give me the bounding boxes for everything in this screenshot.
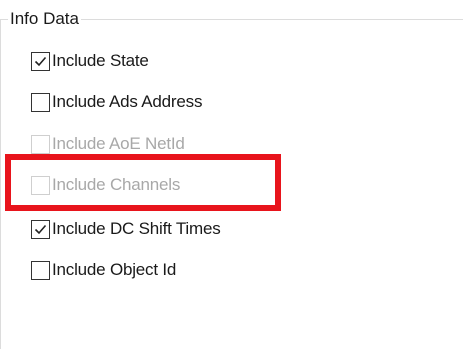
groupbox-title: Info Data <box>8 8 81 30</box>
include-dc-shift-times-label: Include DC Shift Times <box>52 219 221 238</box>
checkmark-icon <box>34 224 47 234</box>
checkbox-box <box>31 175 50 195</box>
checkbox-box[interactable] <box>31 260 50 280</box>
checkbox-box <box>31 134 50 154</box>
include-channels-checkbox: Include Channels <box>31 172 180 198</box>
include-ads-address-label: Include Ads Address <box>52 92 203 111</box>
include-state-label: Include State <box>52 51 149 70</box>
include-object-id-checkbox[interactable]: Include Object Id <box>31 257 176 283</box>
include-dc-shift-times-checkbox[interactable]: Include DC Shift Times <box>31 216 221 242</box>
checkbox-box[interactable] <box>31 219 50 239</box>
include-channels-label: Include Channels <box>52 175 181 194</box>
checkbox-box[interactable] <box>31 51 50 71</box>
include-aoe-netid-label: Include AoE NetId <box>52 134 185 153</box>
checkbox-box[interactable] <box>31 92 50 112</box>
include-ads-address-checkbox[interactable]: Include Ads Address <box>31 89 202 115</box>
include-aoe-netid-checkbox: Include AoE NetId <box>31 131 185 157</box>
include-object-id-label: Include Object Id <box>52 260 177 279</box>
checkmark-icon <box>34 56 47 66</box>
include-state-checkbox[interactable]: Include State <box>31 48 149 74</box>
